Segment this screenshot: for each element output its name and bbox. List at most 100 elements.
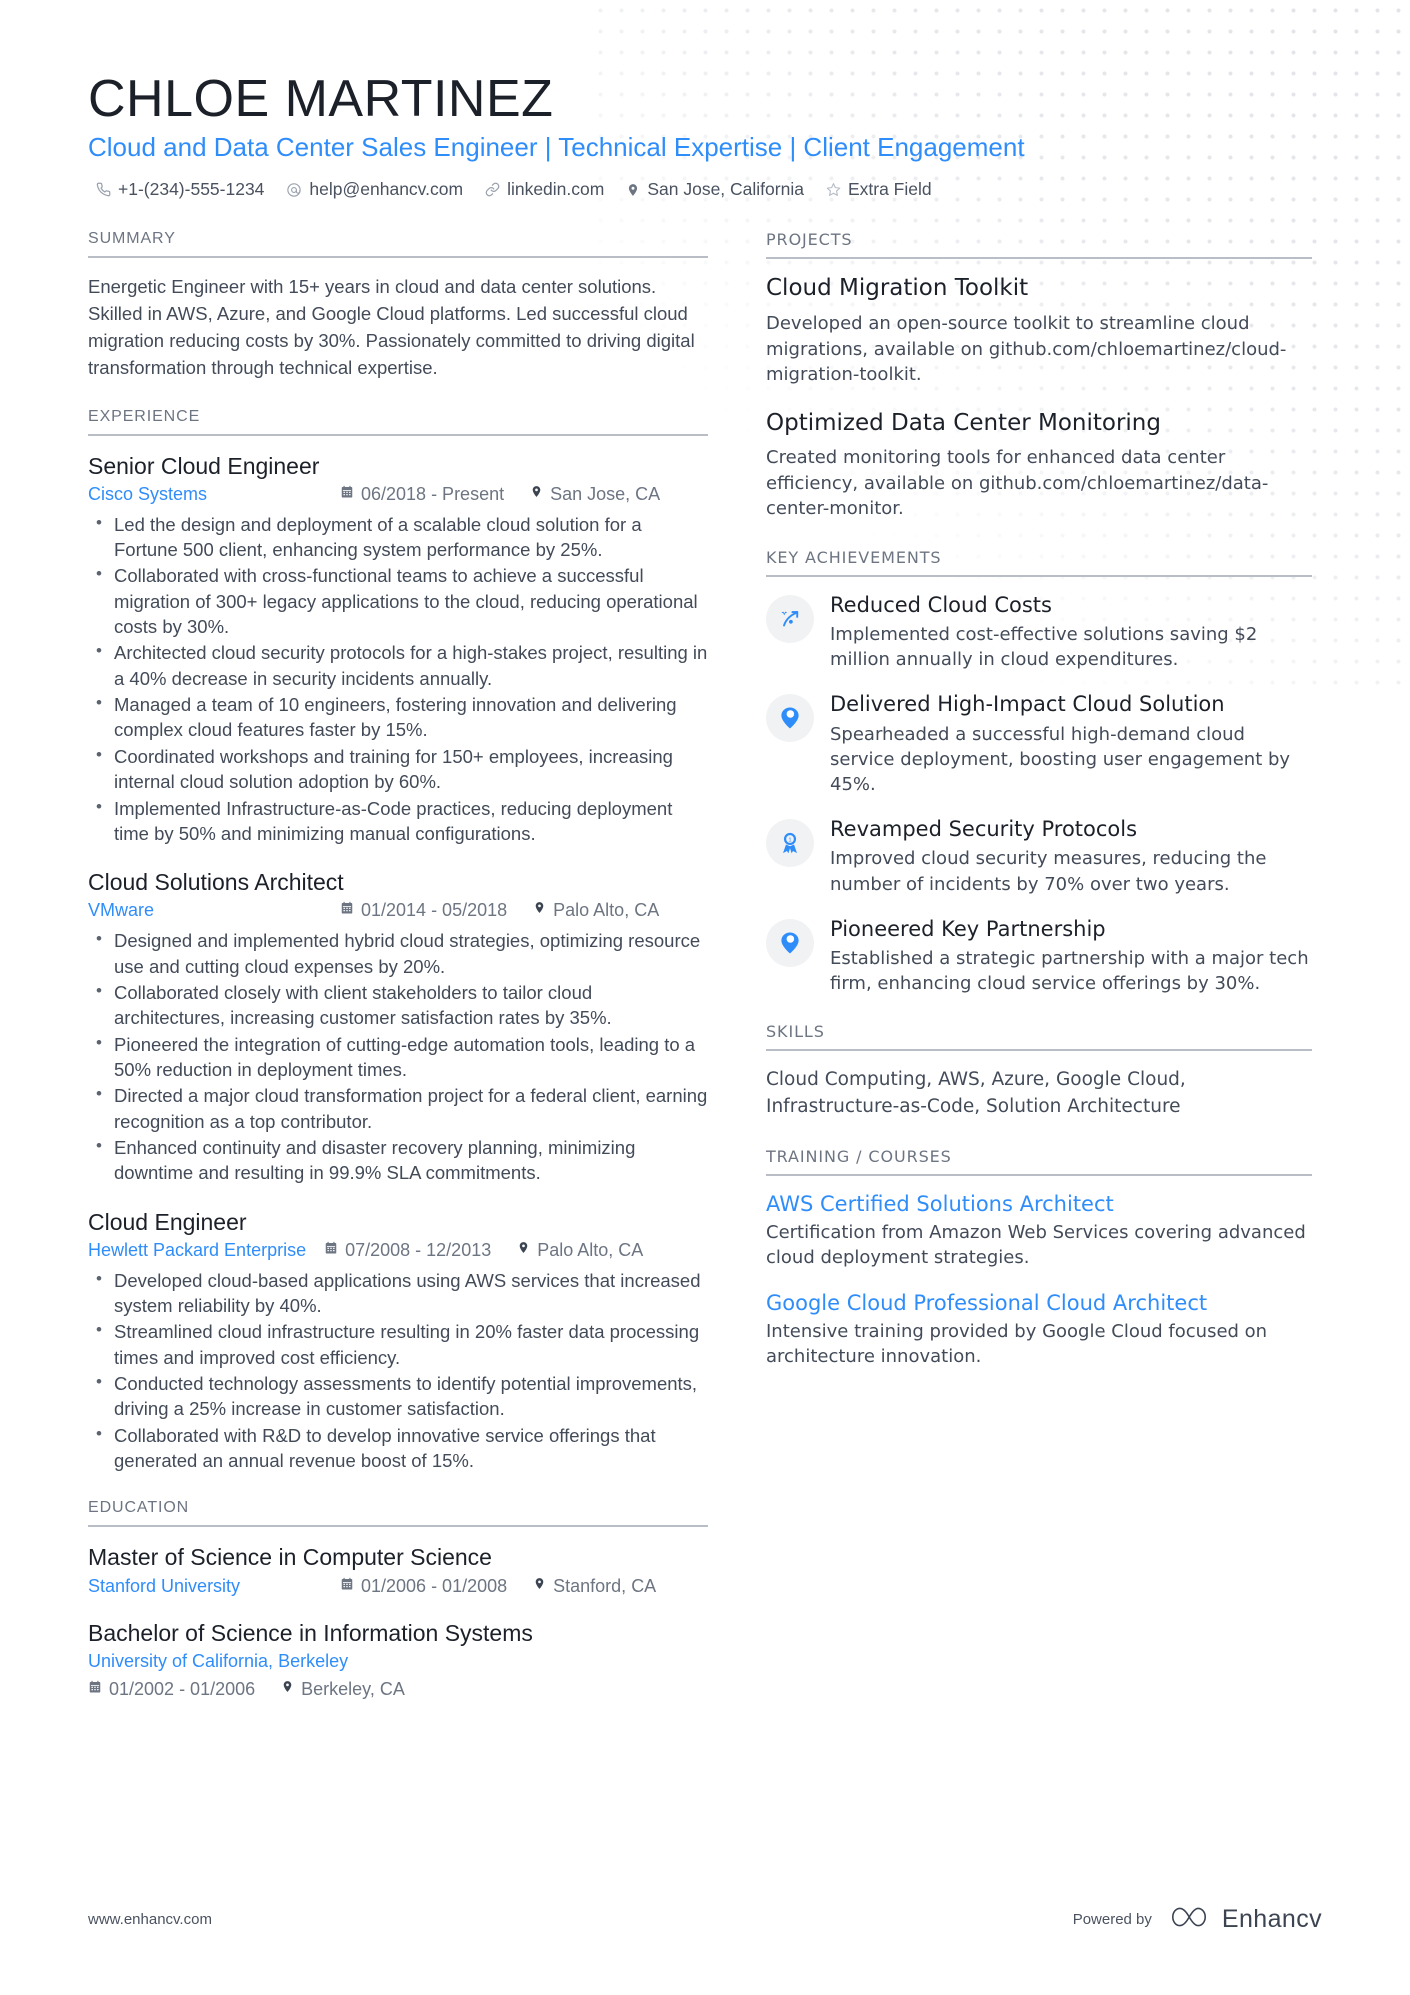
candidate-name: CHLOE MARTINEZ: [88, 70, 554, 128]
bullet: Developed cloud-based applications using…: [96, 1267, 708, 1319]
course-name[interactable]: Google Cloud Professional Cloud Architec…: [766, 1291, 1312, 1316]
trending-arrow-icon: [778, 607, 802, 631]
bullet: Enhanced continuity and disaster recover…: [96, 1134, 708, 1186]
projects-section: PROJECTS Cloud Migration Toolkit Develop…: [766, 230, 1312, 521]
key-achievements-section-title: KEY ACHIEVEMENTS: [766, 548, 1312, 577]
map-pin-bubble-icon: [779, 931, 801, 955]
education-school-line: University of California, Berkeley: [88, 1651, 708, 1672]
contact-extra-field-text: Extra Field: [847, 179, 932, 200]
education-degree: Bachelor of Science in Information Syste…: [88, 1619, 533, 1646]
skills-section-title: SKILLS: [766, 1022, 1312, 1052]
phone-icon: [96, 182, 111, 197]
experience-role: Cloud Solutions Architect: [88, 869, 344, 896]
calendar-icon: [340, 485, 354, 503]
education-location: Stanford, CA: [533, 1576, 656, 1597]
summary-section: SUMMARY Energetic Engineer with 15+ year…: [88, 230, 708, 381]
star-icon: [826, 182, 841, 197]
contact-extra-field: Extra Field: [826, 179, 932, 200]
education-location-text: Stanford, CA: [553, 1575, 657, 1596]
contact-link[interactable]: linkedin.com: [485, 179, 604, 200]
location-pin-icon: [533, 900, 546, 919]
experience-entry: Cloud Solutions Architect VMware 01/2014…: [88, 868, 708, 1185]
experience-dates-text: 01/2014 - 05/2018: [361, 900, 508, 921]
project-entry: Optimized Data Center Monitoring Created…: [766, 410, 1312, 522]
education-dates-text: 01/2002 - 01/2006: [109, 1678, 256, 1699]
contact-email[interactable]: help@enhancv.com: [286, 179, 463, 200]
achievement-badge: [766, 694, 814, 743]
experience-company[interactable]: Cisco Systems: [88, 484, 340, 505]
email-icon: [286, 182, 302, 198]
resume-page: CHLOE MARTINEZ Cloud and Data Center Sal…: [0, 0, 1410, 1995]
achievement-title: Delivered High-Impact Cloud Solution: [830, 692, 1225, 717]
location-pin-icon: [626, 182, 640, 198]
contact-link-text: linkedin.com: [507, 179, 605, 200]
contact-location-text: San Jose, California: [647, 179, 804, 200]
calendar-icon: [88, 1680, 102, 1698]
summary-section-title: SUMMARY: [88, 230, 708, 259]
link-icon: [485, 182, 500, 197]
project-name: Optimized Data Center Monitoring: [766, 409, 1161, 436]
experience-meta: VMware 01/2014 - 05/2018 Palo Alto, CA: [88, 900, 708, 921]
experience-dates: 01/2014 - 05/2018: [340, 900, 507, 921]
experience-meta: Cisco Systems 06/2018 - Present San Jose…: [88, 484, 708, 505]
experience-entry: Cloud Engineer Hewlett Packard Enterpris…: [88, 1208, 708, 1474]
location-pin-icon: [281, 1679, 294, 1698]
location-pin-icon: [533, 1576, 546, 1595]
achievement-description: Established a strategic partnership with…: [830, 947, 1309, 995]
experience-meta: Hewlett Packard Enterprise 07/2008 - 12/…: [88, 1240, 708, 1261]
education-location-text: Berkeley, CA: [301, 1678, 405, 1699]
achievement-title: Pioneered Key Partnership: [830, 916, 1106, 941]
bullet: Led the design and deployment of a scala…: [96, 511, 708, 563]
bullet: Directed a major cloud transformation pr…: [96, 1082, 708, 1134]
bullet: Collaborated with cross-functional teams…: [96, 562, 708, 639]
contact-phone[interactable]: +1-(234)-555-1234: [96, 179, 264, 200]
experience-section: EXPERIENCE Senior Cloud Engineer Cisco S…: [88, 408, 708, 1474]
education-dates-text: 01/2006 - 01/2008: [361, 1575, 508, 1596]
education-meta: 01/2002 - 01/2006 Berkeley, CA: [88, 1679, 708, 1700]
experience-location-text: Palo Alto, CA: [537, 1239, 644, 1260]
key-achievements-section: KEY ACHIEVEMENTS Reduced Cloud Costs Imp…: [766, 548, 1312, 996]
footer-url[interactable]: www.enhancv.com: [88, 1911, 212, 1928]
skills-section: SKILLS Cloud Computing, AWS, Azure, Goog…: [766, 1022, 1312, 1121]
achievement-title: Revamped Security Protocols: [830, 817, 1138, 842]
bullet: Streamlined cloud infrastructure resulti…: [96, 1318, 708, 1370]
project-name: Cloud Migration Toolkit: [766, 275, 1029, 302]
experience-role: Cloud Engineer: [88, 1208, 247, 1235]
award-medal-icon: 1: [779, 831, 801, 855]
education-dates: 01/2002 - 01/2006: [88, 1679, 255, 1700]
achievement-badge: 1: [766, 819, 814, 868]
training-section-title: TRAINING / COURSES: [766, 1147, 1312, 1176]
achievement-item: 1 Revamped Security Protocols Improved c…: [766, 817, 1312, 897]
calendar-icon: [340, 901, 354, 919]
project-description: Created monitoring tools for enhanced da…: [766, 447, 1269, 520]
achievement-item: Reduced Cloud Costs Implemented cost-eff…: [766, 593, 1312, 673]
summary-text: Energetic Engineer with 15+ years in clo…: [88, 276, 695, 378]
course-description: Intensive training provided by Google Cl…: [766, 1320, 1268, 1367]
experience-bullets: Led the design and deployment of a scala…: [88, 511, 708, 846]
contact-email-text: help@enhancv.com: [309, 179, 464, 200]
right-column: PROJECTS Cloud Migration Toolkit Develop…: [766, 230, 1312, 1395]
education-school[interactable]: Stanford University: [88, 1576, 340, 1597]
skills-text: Cloud Computing, AWS, Azure, Google Clou…: [766, 1069, 1186, 1118]
course-entry: AWS Certified Solutions Architect Certif…: [766, 1192, 1312, 1271]
achievement-item: Pioneered Key Partnership Established a …: [766, 917, 1312, 997]
projects-section-title: PROJECTS: [766, 230, 1312, 260]
bullet: Designed and implemented hybrid cloud st…: [96, 927, 708, 979]
education-section: EDUCATION Master of Science in Computer …: [88, 1499, 708, 1699]
experience-company[interactable]: VMware: [88, 900, 340, 921]
achievement-description: Spearheaded a successful high-demand clo…: [830, 723, 1291, 796]
experience-role: Senior Cloud Engineer: [88, 452, 320, 479]
contact-row: +1-(234)-555-1234 help@enhancv.com linke…: [88, 179, 1322, 200]
education-location: Berkeley, CA: [281, 1679, 405, 1700]
education-school[interactable]: University of California, Berkeley: [88, 1651, 348, 1672]
education-section-title: EDUCATION: [88, 1499, 708, 1528]
experience-location-text: Palo Alto, CA: [553, 900, 660, 921]
course-name[interactable]: AWS Certified Solutions Architect: [766, 1192, 1312, 1217]
location-pin-icon: [530, 484, 543, 503]
education-degree: Master of Science in Computer Science: [88, 1544, 492, 1571]
enhancv-logo-icon: [1166, 1904, 1212, 1935]
svg-text:1: 1: [788, 838, 791, 844]
resume-header: CHLOE MARTINEZ Cloud and Data Center Sal…: [88, 70, 1322, 200]
bullet: Coordinated workshops and training for 1…: [96, 743, 708, 795]
experience-company[interactable]: Hewlett Packard Enterprise: [88, 1240, 324, 1261]
